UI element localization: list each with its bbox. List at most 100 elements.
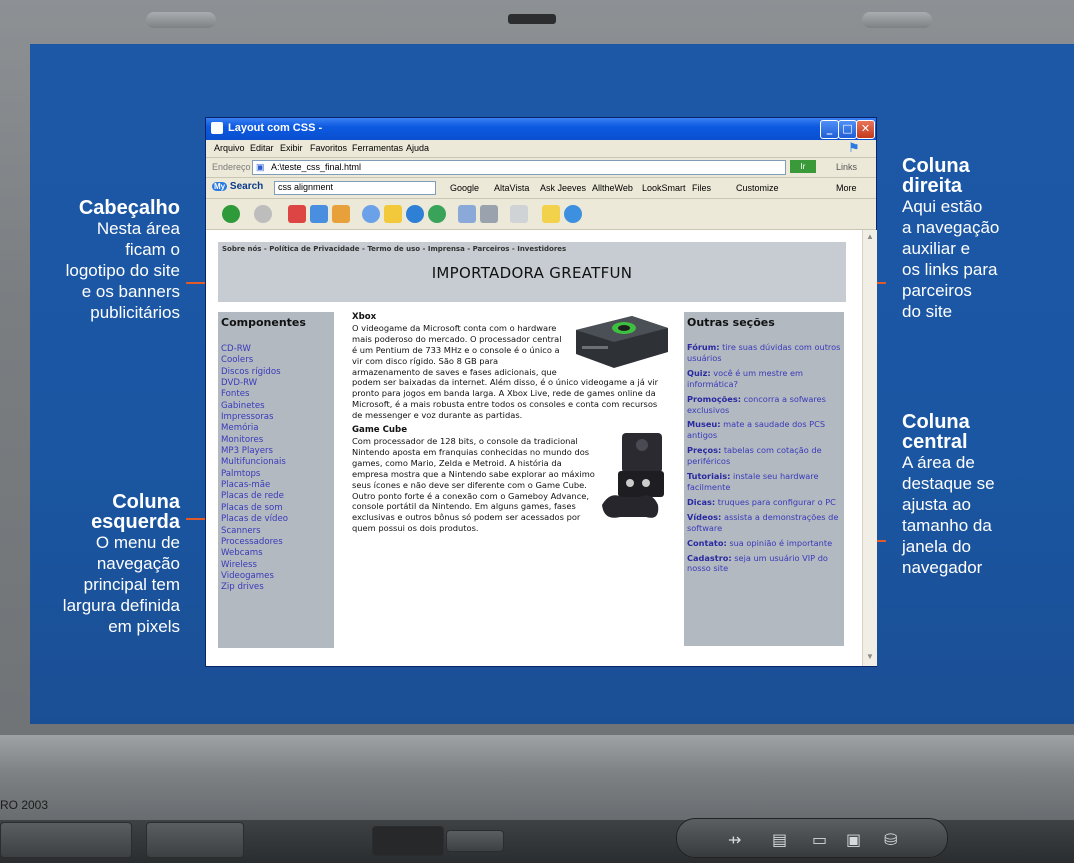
engine-google[interactable]: Google <box>450 183 479 193</box>
windows-logo-icon: ⚑ <box>848 140 860 155</box>
right-links-list: Fórum: tire suas dúvidas com outros usuá… <box>687 342 842 578</box>
lid-latch <box>508 14 556 24</box>
annotation-line: parceiros <box>902 281 972 300</box>
nav-link[interactable]: Monitores <box>221 435 288 446</box>
nav-link[interactable]: Placas de vídeo <box>221 514 288 525</box>
messenger-icon[interactable] <box>564 205 582 223</box>
stop-icon[interactable] <box>288 205 306 223</box>
browser-window: Layout com CSS - _ □ ✕ Arquivo Editar Ex… <box>205 117 877 667</box>
title-bar[interactable]: Layout com CSS - _ □ ✕ <box>206 118 876 140</box>
section-label: Contato: <box>687 537 727 548</box>
nav-link[interactable]: Scanners <box>221 526 288 537</box>
go-button[interactable]: Ir <box>790 160 816 173</box>
annotation-line: em pixels <box>108 617 180 636</box>
mail-icon[interactable] <box>458 205 476 223</box>
annotation-line: O menu de <box>95 533 180 552</box>
engine-looksmart[interactable]: LookSmart <box>642 183 686 193</box>
standard-toolbar <box>206 199 876 230</box>
annotation-line: auxiliar e <box>902 239 971 258</box>
section-link[interactable]: Museu: mate a saudade dos PCS antigos <box>687 419 842 441</box>
page-icon: ▣ <box>256 162 265 172</box>
print-icon[interactable] <box>480 205 498 223</box>
favorites-icon[interactable] <box>384 205 402 223</box>
forward-icon[interactable] <box>254 205 272 223</box>
links-button[interactable]: Links <box>836 162 857 172</box>
engine-more[interactable]: More <box>836 183 857 193</box>
section-link[interactable]: Tutoriais: instale seu hardware facilmen… <box>687 471 842 493</box>
section-link[interactable]: Contato: sua opinião é importante <box>687 538 842 549</box>
edit-icon[interactable] <box>510 205 528 223</box>
nav-link[interactable]: Multifuncionais <box>221 457 288 468</box>
section-link[interactable]: Vídeos: assista a demonstrações de softw… <box>687 512 842 534</box>
nav-link[interactable]: Coolers <box>221 355 288 366</box>
scroll-down-icon[interactable]: ▼ <box>865 652 875 662</box>
annotation-line: os links para <box>902 260 998 279</box>
annotation-line: ficam o <box>125 240 180 259</box>
nav-link[interactable]: Fontes <box>221 389 288 400</box>
minimize-icon[interactable]: _ <box>820 120 839 139</box>
section-link[interactable]: Preços: tabelas com cotação de periféric… <box>687 445 842 467</box>
vertical-scrollbar[interactable]: ▲ ▼ <box>862 230 877 666</box>
nav-link[interactable]: Wireless <box>221 560 288 571</box>
section-label: Vídeos: <box>687 511 722 522</box>
nav-link[interactable]: Memória <box>221 423 288 434</box>
search-icon[interactable] <box>362 205 380 223</box>
menu-exibir[interactable]: Exibir <box>280 143 303 153</box>
left-column: Componentes CD-RW Coolers Discos rígidos… <box>218 312 334 648</box>
menu-editar[interactable]: Editar <box>250 143 274 153</box>
engine-altavista[interactable]: AltaVista <box>494 183 529 193</box>
lid-bumper <box>862 12 932 28</box>
web-page: Sobre nós - Política de Privacidade - Te… <box>206 230 862 666</box>
my-search-logo: My Search <box>212 181 264 192</box>
refresh-icon[interactable] <box>310 205 328 223</box>
menu-arquivo[interactable]: Arquivo <box>214 143 245 153</box>
annotation-line: a navegação <box>902 218 1000 237</box>
section-link[interactable]: Dicas: truques para configurar o PC <box>687 497 842 508</box>
section-label: Cadastro: <box>687 552 732 563</box>
xbox-image <box>572 312 670 370</box>
battery-led-icon: ▭ <box>812 830 828 849</box>
nav-link[interactable]: Placas de rede <box>221 491 288 502</box>
nav-link[interactable]: MP3 Players <box>221 446 288 457</box>
menu-favoritos[interactable]: Favoritos <box>310 143 347 153</box>
engine-askjeeves[interactable]: Ask Jeeves <box>540 183 586 193</box>
nav-link[interactable]: Webcams <box>221 548 288 559</box>
search-brand: Search <box>229 181 264 192</box>
section-link[interactable]: Quiz: você é um mestre em informática? <box>687 368 842 390</box>
nav-link[interactable]: Gabinetes <box>221 401 288 412</box>
media-icon[interactable] <box>406 205 424 223</box>
nav-link[interactable]: Discos rígidos <box>221 367 288 378</box>
nav-link[interactable]: Placas de som <box>221 503 288 514</box>
back-icon[interactable] <box>222 205 240 223</box>
nav-link[interactable]: Zip drives <box>221 582 288 593</box>
nav-link[interactable]: CD-RW <box>221 344 288 355</box>
nav-link[interactable]: Palmtops <box>221 469 288 480</box>
left-nav-list: CD-RW Coolers Discos rígidos DVD-RW Font… <box>221 344 288 594</box>
nav-link[interactable]: Placas-mãe <box>221 480 288 491</box>
section-link[interactable]: Promoções: concorra a sofwares exclusivo… <box>687 394 842 416</box>
menu-ferramentas[interactable]: Ferramentas <box>352 143 403 153</box>
search-input[interactable]: css alignment <box>274 181 436 195</box>
maximize-icon[interactable]: □ <box>838 120 857 139</box>
scroll-up-icon[interactable]: ▲ <box>865 232 875 242</box>
nav-link[interactable]: DVD-RW <box>221 378 288 389</box>
nav-link[interactable]: Processadores <box>221 537 288 548</box>
address-input[interactable]: ▣ A:\teste_css_final.html <box>252 160 786 175</box>
home-icon[interactable] <box>332 205 350 223</box>
nav-link[interactable]: Impressoras <box>221 412 288 423</box>
section-link[interactable]: Fórum: tire suas dúvidas com outros usuá… <box>687 342 842 364</box>
address-bar: Endereço ▣ A:\teste_css_final.html Ir Li… <box>206 158 876 178</box>
center-column: Xbox O videogame da Microsoft conta com … <box>352 312 670 538</box>
section-label: Tutoriais: <box>687 471 731 482</box>
history-icon[interactable] <box>428 205 446 223</box>
section-link[interactable]: Cadastro: seja um usuário VIP do nosso s… <box>687 553 842 575</box>
power-led-icon: ⇸ <box>728 830 742 849</box>
engine-alltheweb[interactable]: AlltheWeb <box>592 183 633 193</box>
top-links[interactable]: Sobre nós - Política de Privacidade - Te… <box>222 245 566 253</box>
engine-files[interactable]: Files <box>692 183 711 193</box>
close-icon[interactable]: ✕ <box>856 120 875 139</box>
nav-link[interactable]: Videogames <box>221 571 288 582</box>
menu-ajuda[interactable]: Ajuda <box>406 143 429 153</box>
folder-icon[interactable] <box>542 205 560 223</box>
engine-customize[interactable]: Customize <box>736 183 779 193</box>
